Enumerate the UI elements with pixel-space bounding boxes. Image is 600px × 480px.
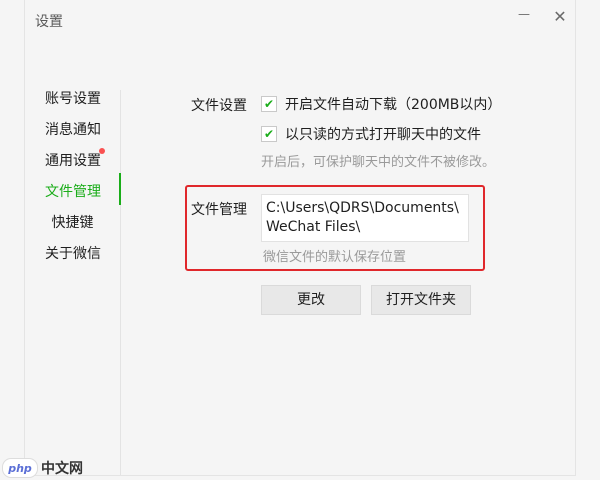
save-path-line1: C:\Users\QDRS\Documents\ <box>266 200 459 216</box>
close-icon[interactable]: ✕ <box>549 6 571 28</box>
checkmark-icon: ✔ <box>261 96 277 112</box>
active-tab-indicator <box>119 173 121 205</box>
watermark-text: 中文网 <box>41 461 83 477</box>
file-management-label: 文件管理 <box>191 202 247 218</box>
sidebar-item-shortcuts[interactable]: 快捷键 <box>25 212 120 232</box>
checkmark-icon: ✔ <box>261 126 277 142</box>
save-path-field[interactable]: C:\Users\QDRS\Documents\ WeChat Files\ <box>261 194 469 242</box>
sidebar-divider <box>120 90 121 475</box>
change-button[interactable]: 更改 <box>261 285 361 315</box>
sidebar-item-general[interactable]: 通用设置 <box>45 150 101 170</box>
open-folder-button[interactable]: 打开文件夹 <box>371 285 471 315</box>
save-path-hint: 微信文件的默认保存位置 <box>263 250 407 265</box>
sidebar-item-account[interactable]: 账号设置 <box>45 88 101 108</box>
file-settings-hint: 开启后，可保护聊天中的文件不被修改。 <box>261 155 496 170</box>
read-only-label: 以只读的方式打开聊天中的文件 <box>285 127 481 143</box>
window-title: 设置 <box>35 14 63 30</box>
sidebar-item-file-management[interactable]: 文件管理 <box>45 181 101 201</box>
auto-download-label: 开启文件自动下载（200MB以内） <box>285 97 502 113</box>
file-settings-label: 文件设置 <box>191 98 247 114</box>
sidebar-item-notifications[interactable]: 消息通知 <box>45 119 101 139</box>
read-only-checkbox[interactable]: ✔ 以只读的方式打开聊天中的文件 <box>261 124 481 144</box>
settings-window: 设置 — ✕ 账号设置 消息通知 通用设置 文件管理 快捷键 关于微信 文件设置… <box>25 0 575 475</box>
site-watermark: php 中文网 <box>2 458 83 478</box>
save-path-line2: WeChat Files\ <box>266 219 361 235</box>
notification-badge <box>99 148 105 154</box>
sidebar-item-about[interactable]: 关于微信 <box>45 243 101 263</box>
auto-download-checkbox[interactable]: ✔ 开启文件自动下载（200MB以内） <box>261 94 501 114</box>
minimize-icon[interactable]: — <box>513 3 535 25</box>
php-logo: php <box>2 458 38 478</box>
